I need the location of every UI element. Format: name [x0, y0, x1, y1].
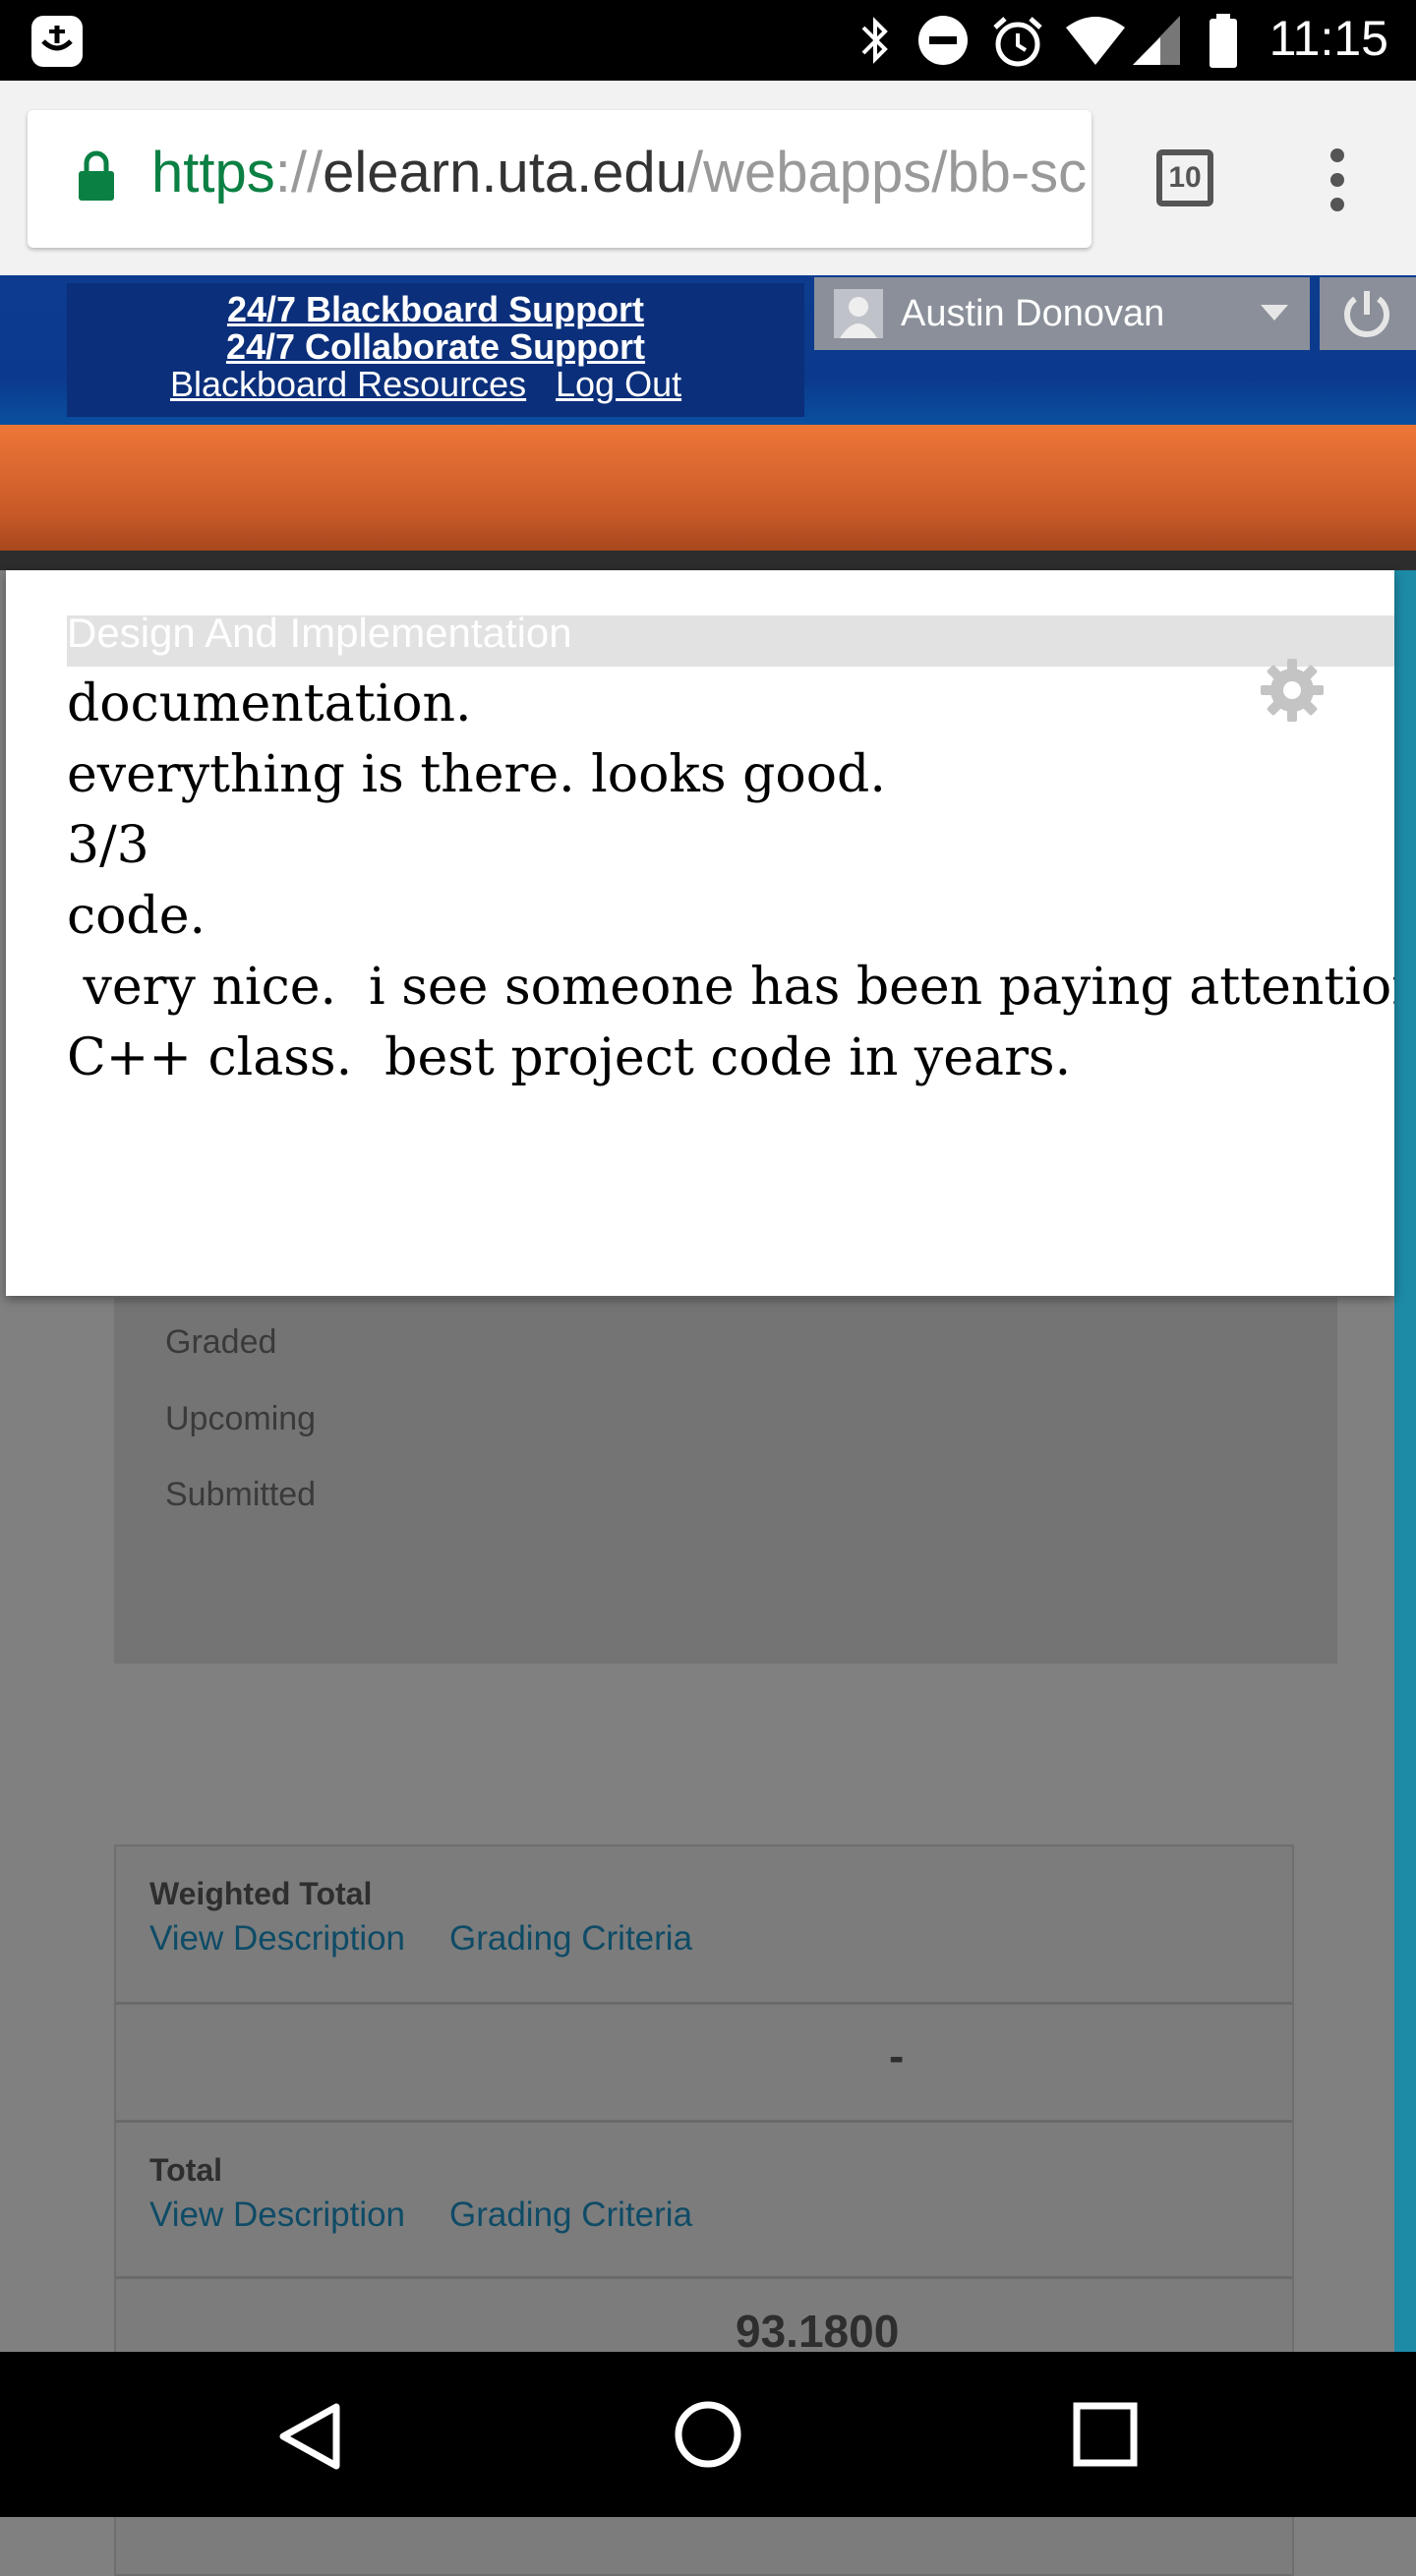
view-description-link[interactable]: View Description: [149, 1919, 405, 1959]
status-bar: 11:15: [0, 0, 1416, 81]
feedback-line: code.: [67, 887, 206, 946]
do-not-disturb-icon: [918, 16, 968, 65]
support-links-box: 24/7 Blackboard Support 24/7 Collaborate…: [67, 283, 804, 417]
table-row: Total View Description Grading Criteria: [116, 2123, 1292, 2279]
power-button[interactable]: [1320, 277, 1416, 350]
filter-graded[interactable]: Graded: [165, 1323, 276, 1362]
blackboard-resources-link[interactable]: Blackboard Resources: [170, 364, 526, 405]
log-out-link[interactable]: Log Out: [556, 364, 681, 405]
chevron-down-icon: [1261, 305, 1288, 321]
table-row: -: [116, 2004, 1292, 2123]
feedback-line: C++ class. best project code in years.: [67, 1028, 1072, 1087]
feedback-line: everything is there. looks good.: [67, 745, 886, 804]
clock: 11:15: [1268, 11, 1388, 66]
home-icon[interactable]: [673, 2399, 743, 2470]
url-host: elearn.uta.edu: [323, 141, 687, 205]
feedback-line: documentation.: [67, 674, 472, 733]
signal-icon: [1133, 16, 1180, 65]
wifi-icon: [1066, 17, 1125, 65]
notification-icon: [31, 16, 83, 67]
grading-criteria-link[interactable]: Grading Criteria: [449, 2195, 692, 2235]
navigation-bar: [0, 2352, 1416, 2517]
back-icon[interactable]: [275, 2401, 346, 2472]
course-banner: [0, 425, 1416, 551]
url-separator: ://: [274, 141, 324, 205]
divider: [0, 551, 1416, 570]
address-bar[interactable]: https://elearn.uta.edu/webapps/bb-sc: [28, 110, 1092, 248]
grade-value: -: [889, 2030, 905, 2081]
avatar: [834, 289, 883, 338]
gear-icon[interactable]: [1257, 655, 1328, 726]
lock-icon: [79, 150, 114, 201]
alarm-icon: [993, 17, 1042, 67]
bluetooth-icon: [861, 17, 888, 64]
overflow-menu-icon[interactable]: [1318, 147, 1357, 212]
feedback-line: 3/3: [67, 816, 149, 875]
tab-switcher-button[interactable]: 10: [1156, 149, 1213, 206]
power-icon: [1344, 291, 1389, 337]
filter-submitted[interactable]: Submitted: [165, 1476, 316, 1514]
url-scheme: https: [151, 141, 275, 205]
row-title: Total: [149, 2152, 223, 2188]
table-row: Weighted Total View Description Grading …: [116, 1846, 1292, 2005]
view-description-link[interactable]: View Description: [149, 2195, 405, 2235]
collaborate-support-link[interactable]: 24/7 Collaborate Support: [67, 326, 804, 368]
browser-toolbar: https://elearn.uta.edu/webapps/bb-sc 10: [0, 81, 1416, 275]
user-menu[interactable]: Austin Donovan: [814, 277, 1310, 350]
grade-value: 93.1800: [736, 2306, 900, 2357]
grading-criteria-link[interactable]: Grading Criteria: [449, 1919, 692, 1959]
user-name: Austin Donovan: [901, 293, 1165, 334]
blackboard-header: 24/7 Blackboard Support 24/7 Collaborate…: [0, 275, 1416, 425]
row-title: Weighted Total: [149, 1876, 373, 1911]
rubric-heading: Design And Implementation: [67, 610, 572, 656]
scroll-edge: [1394, 570, 1416, 2352]
url-text: https://elearn.uta.edu/webapps/bb-sc: [151, 140, 1087, 205]
feedback-line: very nice. i see someone has been paying…: [67, 958, 1394, 1017]
recents-icon[interactable]: [1072, 2401, 1139, 2468]
battery-icon: [1210, 14, 1237, 68]
blackboard-support-link[interactable]: 24/7 Blackboard Support: [67, 289, 804, 330]
filter-upcoming[interactable]: Upcoming: [165, 1400, 316, 1438]
feedback-modal: Design And Implementation documentation.…: [6, 570, 1394, 1296]
url-path: /webapps/bb-sc: [686, 141, 1088, 205]
